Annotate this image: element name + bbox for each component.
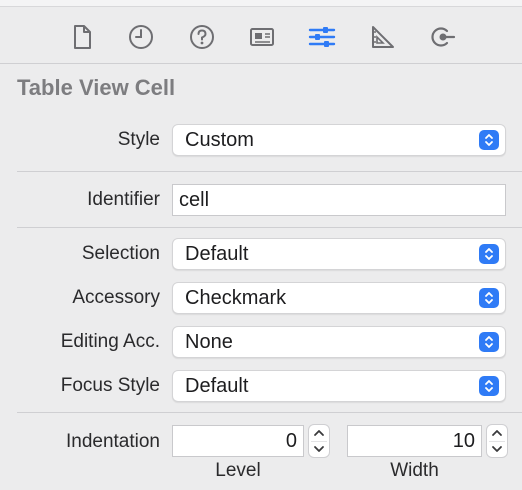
chevron-updown-icon (479, 376, 499, 396)
chevron-updown-icon (479, 332, 499, 352)
chevron-up-icon[interactable] (487, 425, 507, 441)
section-title: Table View Cell (17, 75, 176, 100)
toolbar-divider (0, 63, 522, 64)
chevron-up-icon[interactable] (309, 425, 329, 441)
editing-acc-value: None (185, 331, 233, 353)
focus-style-value: Default (185, 375, 249, 397)
selection-popup[interactable]: Default (172, 238, 506, 270)
accessory-label: Accessory (72, 287, 160, 308)
accessory-popup[interactable]: Checkmark (172, 282, 506, 314)
top-strip (0, 0, 522, 7)
style-value: Custom (185, 129, 254, 151)
indentation-label: Indentation (65, 431, 160, 452)
indentation-level-caption: Level (215, 460, 261, 481)
editing-acc-label: Editing Acc. (60, 331, 160, 352)
identifier-value: cell (179, 189, 210, 211)
indentation-level-value: 0 (285, 430, 297, 452)
ruler-icon[interactable] (364, 19, 400, 55)
help-icon[interactable] (184, 19, 220, 55)
file-icon[interactable] (64, 19, 100, 55)
style-popup[interactable]: Custom (172, 124, 506, 156)
sliders-icon[interactable] (304, 19, 340, 55)
selection-label: Selection (81, 243, 160, 264)
identifier-field[interactable]: cell (172, 184, 506, 216)
chevron-down-icon[interactable] (309, 441, 329, 457)
divider (17, 227, 522, 228)
identifier-label: Identifier (87, 189, 160, 210)
chevron-updown-icon (479, 288, 499, 308)
accessory-value: Checkmark (185, 287, 287, 309)
focus-style-label: Focus Style (60, 375, 160, 396)
chevron-updown-icon (479, 244, 499, 264)
style-label: Style (117, 129, 160, 150)
indentation-width-value: 10 (452, 430, 475, 452)
id-card-icon[interactable] (244, 19, 280, 55)
indentation-level-stepper[interactable] (308, 424, 330, 458)
connections-icon[interactable] (424, 19, 460, 55)
editing-acc-popup[interactable]: None (172, 326, 506, 358)
indentation-width-field[interactable]: 10 (347, 425, 482, 457)
inspector-toolbar (0, 7, 522, 63)
indentation-width-stepper[interactable] (486, 424, 508, 458)
indentation-level-field[interactable]: 0 (172, 425, 304, 457)
indentation-width-caption: Width (390, 460, 439, 481)
divider (17, 171, 522, 172)
divider (17, 412, 522, 413)
chevron-down-icon[interactable] (487, 441, 507, 457)
chevron-updown-icon (479, 130, 499, 150)
clock-icon[interactable] (123, 19, 159, 55)
focus-style-popup[interactable]: Default (172, 370, 506, 402)
selection-value: Default (185, 243, 249, 265)
